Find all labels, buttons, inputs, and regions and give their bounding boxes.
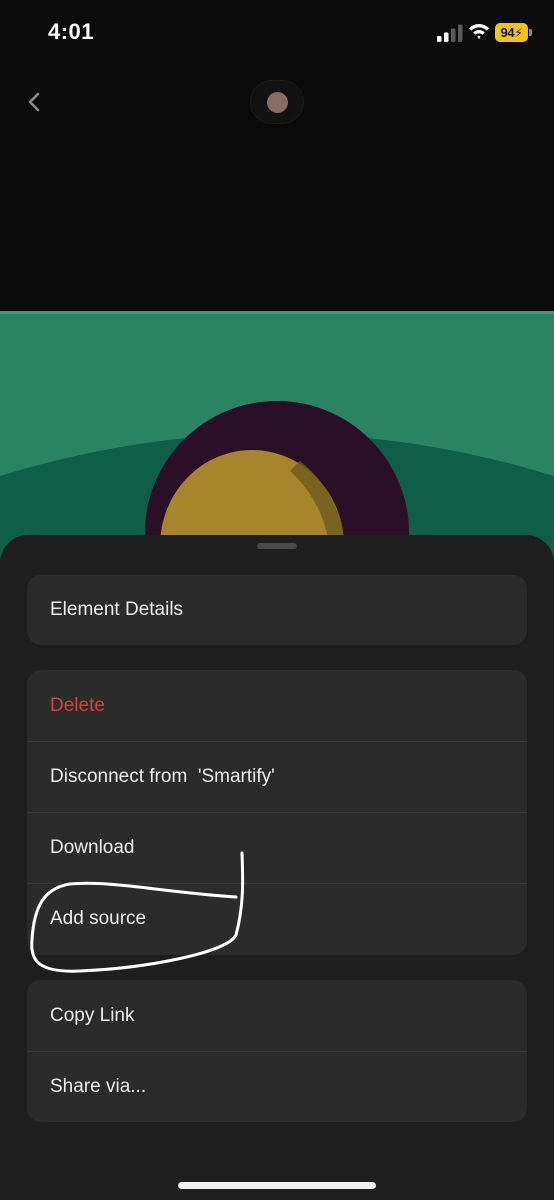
- menu-item-label: Download: [50, 837, 135, 858]
- menu-item-label: Disconnect from 'Smartify': [50, 766, 275, 787]
- battery-level: 94⚡: [495, 23, 528, 42]
- action-sheet: Element Details Delete Disconnect from '…: [0, 535, 554, 1200]
- charging-bolt-icon: ⚡: [514, 26, 523, 40]
- menu-item-download[interactable]: Download: [27, 812, 527, 883]
- menu-item-label: Element Details: [50, 599, 184, 620]
- avatar: [267, 92, 288, 113]
- menu-item-label: Share via...: [50, 1076, 147, 1097]
- home-indicator[interactable]: [178, 1182, 376, 1189]
- artwork-preview: [0, 311, 554, 571]
- status-time: 4:01: [48, 19, 95, 44]
- menu-item-label: Add source: [50, 908, 147, 929]
- battery-percent: 94: [500, 25, 515, 40]
- wifi-icon: [469, 23, 489, 40]
- menu-item-label: Copy Link: [50, 1004, 135, 1026]
- menu-item-share-via[interactable]: Share via...: [27, 1051, 527, 1122]
- menu-item-disconnect[interactable]: Disconnect from 'Smartify': [27, 741, 527, 812]
- menu-item-element-details[interactable]: Element Details: [27, 575, 527, 645]
- menu-group-details: Element Details: [27, 575, 527, 645]
- cellular-signal-icon: [437, 24, 463, 42]
- battery-charging-icon: 94⚡: [495, 23, 533, 42]
- screen: 4:01 94⚡ Element Details Delete Disconne…: [0, 0, 554, 1200]
- status-bar: 4:01 94⚡: [0, 0, 554, 66]
- menu-item-label: Delete: [50, 694, 105, 716]
- chevron-left-icon[interactable]: [20, 86, 50, 118]
- menu-item-delete[interactable]: Delete: [27, 670, 527, 741]
- sheet-grabber[interactable]: [257, 543, 297, 549]
- avatar-button[interactable]: [250, 80, 304, 124]
- menu-item-add-source[interactable]: Add source: [27, 883, 527, 954]
- menu-group-share: Copy Link Share via...: [27, 980, 527, 1122]
- menu-item-copy-link[interactable]: Copy Link: [27, 980, 527, 1051]
- battery-cap: [529, 29, 532, 36]
- menu-group-actions: Delete Disconnect from 'Smartify' Downlo…: [27, 670, 527, 955]
